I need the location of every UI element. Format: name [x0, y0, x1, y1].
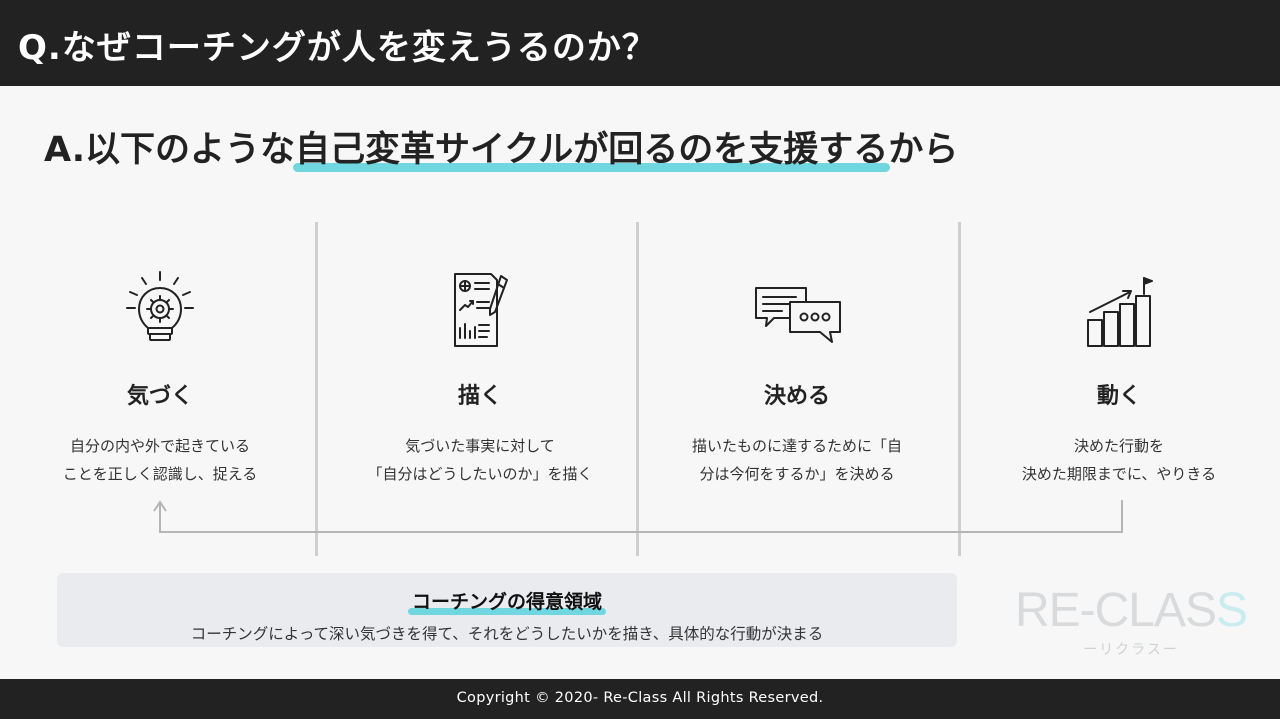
step-column-decide: 決める 描いたものに達するために「自 分は今何をするか」を決める	[647, 270, 947, 488]
step-description: 決めた行動を 決めた期限までに、やりきる	[969, 432, 1269, 488]
logo-subtitle: ーリクラスー	[1083, 642, 1179, 658]
column-divider	[958, 222, 961, 556]
lightbulb-gear-icon	[126, 271, 194, 341]
logo-wordmark: RE-CLASS	[1014, 584, 1248, 637]
step-title: 気づく	[126, 384, 193, 409]
step-desc-line: 決めた行動を	[1073, 437, 1164, 455]
speech-bubbles-icon	[755, 287, 841, 343]
answer-prefix: A.以下のような	[44, 130, 296, 170]
step-title: 動く	[1096, 384, 1141, 409]
step-desc-line: 気づいた事実に対して	[405, 437, 555, 455]
step-desc-line: 決めた期限までに、やりきる	[1021, 465, 1217, 483]
step-desc-line: 描いたものに達するために「自	[691, 437, 902, 455]
column-divider	[315, 222, 318, 556]
footer-bar: Copyright © 2020- Re-Class All Rights Re…	[0, 679, 1280, 719]
summary-text: コーチングによって深い気づきを得て、それをどうしたいかを描き、具体的な行動が決ま…	[190, 625, 824, 643]
page-title: Q.なぜコーチングが人を変えうるのか？	[18, 28, 657, 68]
summary-title: コーチングの得意領域	[407, 587, 607, 615]
column-divider	[636, 222, 639, 556]
step-desc-line: 「自分はどうしたいのか」を描く	[367, 465, 593, 483]
step-title: 決める	[763, 384, 830, 409]
growth-bar-chart-flag-icon	[1087, 277, 1153, 347]
step-title: 描く	[457, 384, 502, 409]
step-description: 自分の内や外で起きている ことを正しく認識し、捉える	[10, 432, 310, 488]
step-description: 気づいた事実に対して 「自分はどうしたいのか」を描く	[330, 432, 630, 488]
step-column-notice: 気づく 自分の内や外で起きている ことを正しく認識し、捉える	[10, 270, 310, 488]
step-desc-line: 自分の内や外で起きている	[69, 437, 250, 455]
answer-highlight: 自己変革サイクルが回るのを支援する	[293, 121, 891, 172]
document-chart-pen-icon	[454, 273, 508, 347]
copyright-text: Copyright © 2020- Re-Class All Rights Re…	[456, 690, 824, 706]
answer-suffix: から	[888, 130, 959, 170]
step-column-draw: 描く 気づいた事実に対して 「自分はどうしたいのか」を描く	[330, 270, 630, 488]
summary-box: コーチングの得意領域 コーチングによって深い気づきを得て、それをどうしたいかを描…	[57, 573, 957, 647]
step-desc-line: 分は今何をするか」を決める	[699, 465, 895, 483]
step-description: 描いたものに達するために「自 分は今何をするか」を決める	[647, 432, 947, 488]
step-column-act: 動く 決めた行動を 決めた期限までに、やりきる	[969, 270, 1269, 488]
answer-heading: A.以下のような 自己変革サイクルが回るのを支援する から	[44, 124, 958, 172]
header-bar: Q.なぜコーチングが人を変えうるのか？	[0, 0, 1280, 86]
reclass-logo: RE-CLASS ーリクラスー	[1000, 585, 1262, 659]
step-desc-line: ことを正しく認識し、捉える	[62, 465, 258, 483]
